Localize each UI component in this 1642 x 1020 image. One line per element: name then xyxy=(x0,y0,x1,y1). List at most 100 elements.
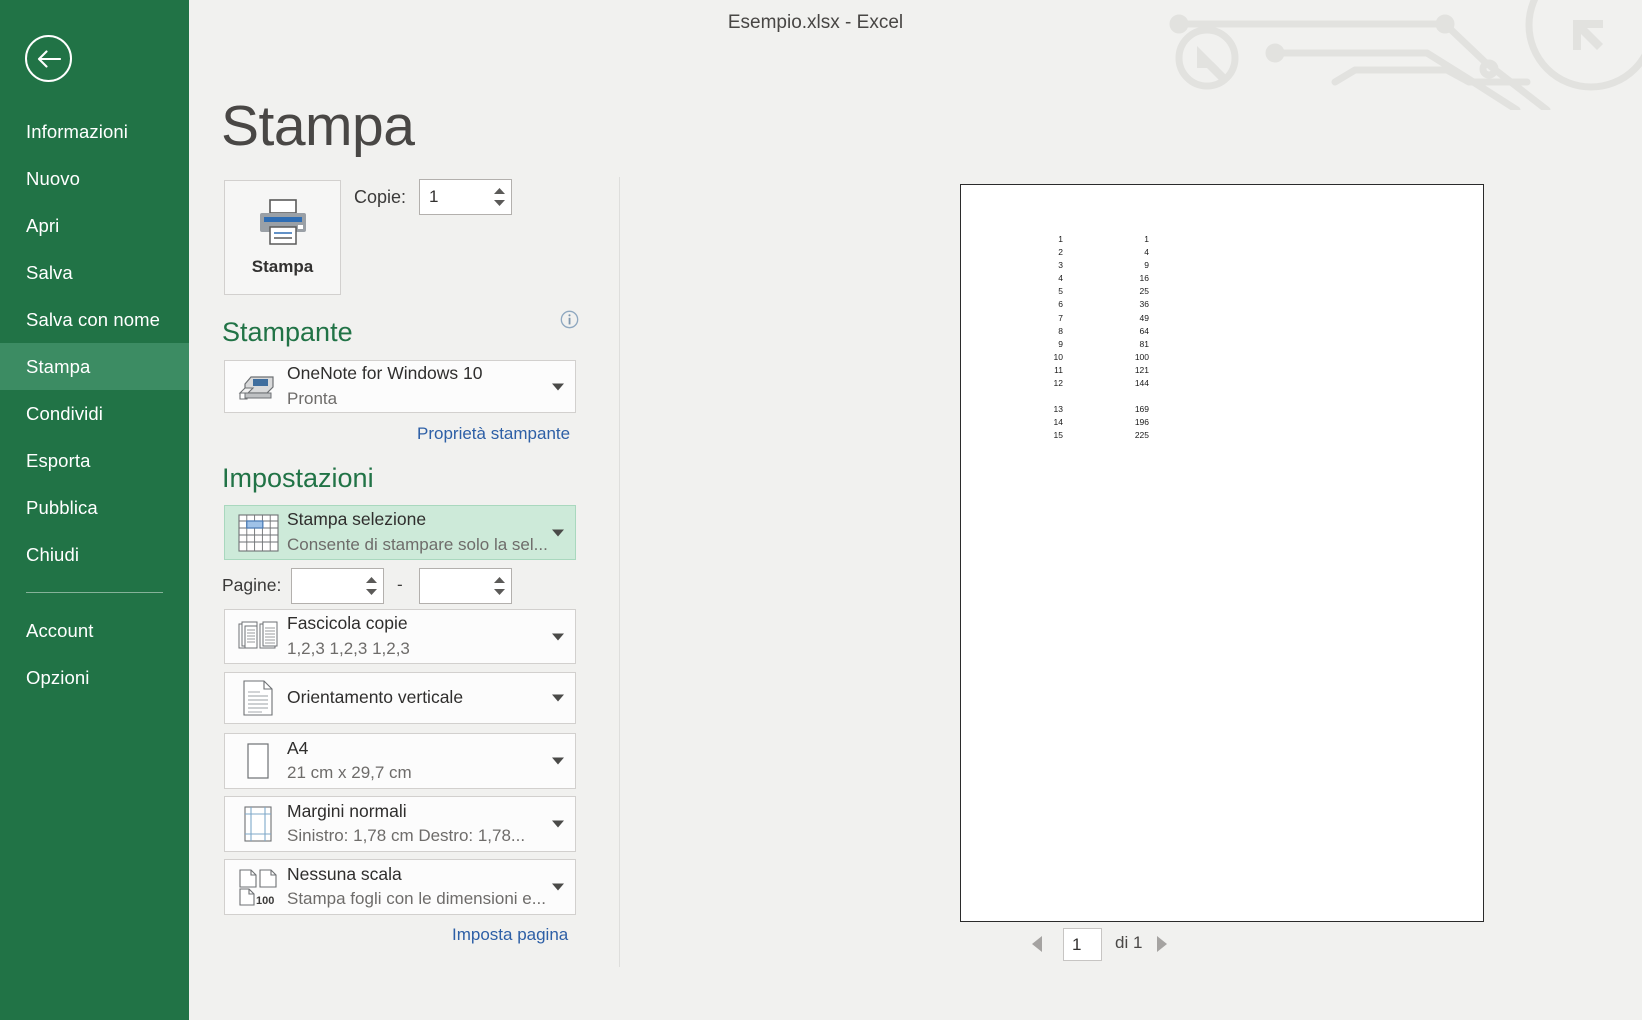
sheet-cell-number: 10 xyxy=(1053,351,1063,362)
setting-paper-size[interactable]: A4 21 cm x 29,7 cm xyxy=(224,733,576,789)
pages-range-separator: - xyxy=(397,575,403,594)
sheet-cell-square: 144 xyxy=(1134,378,1149,389)
print-button[interactable]: Stampa xyxy=(224,180,341,295)
sidebar-item-pubblica[interactable]: Pubblica xyxy=(0,484,189,531)
total-pages-label: di 1 xyxy=(1115,933,1143,952)
setting-collate[interactable]: Fascicola copie 1,2,3 1,2,3 1,2,3 xyxy=(224,609,576,664)
collate-copies-icon xyxy=(237,620,279,654)
back-button[interactable] xyxy=(25,35,72,82)
sidebar-item-salva-con-nome[interactable]: Salva con nome xyxy=(0,296,189,343)
settings-section-title: Impostazioni xyxy=(222,463,374,493)
stepper-down-icon[interactable] xyxy=(494,589,505,595)
setting-margins[interactable]: Margini normali Sinistro: 1,78 cm Destro… xyxy=(224,796,576,852)
stepper-up-icon[interactable] xyxy=(494,577,505,583)
sidebar-item-stampa[interactable]: Stampa xyxy=(0,343,189,390)
sheet-row: 14 196 xyxy=(1021,416,1149,429)
margins-icon xyxy=(237,805,279,843)
sheet-row: 11 121 xyxy=(1021,364,1149,377)
sheet-cell-number: 15 xyxy=(1053,429,1063,440)
sidebar-divider xyxy=(26,592,163,593)
portrait-orientation-icon xyxy=(237,679,279,717)
pages-from-stepper[interactable] xyxy=(291,568,384,604)
sidebar-item-label: Informazioni xyxy=(26,121,128,142)
current-page-box[interactable] xyxy=(1063,928,1102,961)
sidebar-item-condividi[interactable]: Condividi xyxy=(0,390,189,437)
chevron-down-icon[interactable] xyxy=(552,757,564,765)
sheet-row: 6 36 xyxy=(1021,298,1149,311)
previous-page-arrow-icon[interactable] xyxy=(1032,936,1042,952)
sidebar-item-salva[interactable]: Salva xyxy=(0,249,189,296)
paper-sheet-glyph xyxy=(247,743,269,779)
chevron-down-icon[interactable] xyxy=(552,383,564,390)
setting-scaling[interactable]: 100 Nessuna scala Stampa fogli con le di… xyxy=(224,859,576,915)
printer-select[interactable]: OneNote for Windows 10 Pronta xyxy=(224,360,576,413)
sidebar-item-nuovo[interactable]: Nuovo xyxy=(0,155,189,202)
sheet-row: 7 49 xyxy=(1021,312,1149,325)
chevron-down-icon[interactable] xyxy=(552,529,564,536)
grid-selection-glyph xyxy=(237,513,279,552)
stepper-down-icon[interactable] xyxy=(366,589,377,595)
stepper-up-icon[interactable] xyxy=(366,577,377,583)
sheet-cell-number: 12 xyxy=(1053,378,1063,389)
preview-page: 1 1 2 4 3 9 4 16 5 25 6 36 7 49 8 64 9 81 10 100 11 121 12 144 1… xyxy=(960,184,1484,922)
current-page-input[interactable] xyxy=(1064,929,1101,960)
sidebar-item-opzioni[interactable]: Opzioni xyxy=(0,654,189,701)
setting-orientation[interactable]: Orientamento verticale xyxy=(224,672,576,724)
sheet-cell-square xyxy=(1063,390,1149,403)
setting-subtitle: Sinistro: 1,78 cm Destro: 1,78... xyxy=(287,826,526,846)
sidebar-item-account[interactable]: Account xyxy=(0,607,189,654)
sheet-row: 10 100 xyxy=(1021,351,1149,364)
chevron-down-icon[interactable] xyxy=(552,820,564,828)
sheet-cell-number: 11 xyxy=(1054,364,1063,375)
chevron-down-icon[interactable] xyxy=(552,633,564,640)
printer-device-glyph xyxy=(238,375,274,400)
sidebar-item-apri[interactable]: Apri xyxy=(0,202,189,249)
printer-icon xyxy=(259,199,306,245)
next-page-arrow-icon[interactable] xyxy=(1157,936,1167,952)
sheet-cell-square: 196 xyxy=(1134,416,1149,427)
setting-subtitle: 21 cm x 29,7 cm xyxy=(287,763,412,783)
pages-to-stepper[interactable] xyxy=(419,568,512,604)
stepper-up-icon[interactable] xyxy=(494,188,505,194)
chevron-down-icon[interactable] xyxy=(552,883,564,891)
preview-pager: di 1 xyxy=(620,928,1642,988)
sheet-cell-square: 49 xyxy=(1139,312,1149,323)
collate-glyph xyxy=(238,621,278,648)
sidebar-item-esporta[interactable]: Esporta xyxy=(0,437,189,484)
setting-print-selection[interactable]: Stampa selezione Consente di stampare so… xyxy=(224,505,576,560)
copies-label: Copie: xyxy=(354,187,407,207)
sheet-row: 39 xyxy=(1021,259,1149,272)
sheet-row: 12 144 xyxy=(1021,377,1149,390)
margins-glyph xyxy=(244,806,272,842)
setting-title: Stampa selezione xyxy=(287,509,427,530)
sheet-row: 24 xyxy=(1021,246,1149,259)
document-title: Esempio.xlsx - Excel xyxy=(727,12,904,33)
sheet-cell-number: 9 xyxy=(1058,338,1063,349)
stepper-down-icon[interactable] xyxy=(494,200,505,206)
setting-title: A4 xyxy=(287,737,309,758)
sheet-cell-square: 100 xyxy=(1134,351,1149,362)
sidebar-item-label: Condividi xyxy=(26,403,103,424)
sheet-cell-number: 13 xyxy=(1053,403,1063,414)
printer-properties-link[interactable]: Proprietà stampante xyxy=(417,424,570,444)
printer-status: Pronta xyxy=(287,388,338,408)
page-title: Stampa xyxy=(221,94,415,158)
chevron-down-icon[interactable] xyxy=(552,694,564,702)
copies-stepper[interactable] xyxy=(419,179,512,215)
excel-print-backstage: Informazioni Nuovo Apri Salva Salva con … xyxy=(0,0,1642,1020)
info-icon[interactable] xyxy=(560,310,579,329)
copies-stepper-arrows xyxy=(494,180,505,214)
setting-title: Nessuna scala xyxy=(287,863,402,884)
sidebar-item-label: Account xyxy=(26,620,94,641)
sheet-cell-square: 1 xyxy=(1144,234,1149,244)
setting-scaling-text: Nessuna scala Stampa fogli con le dimens… xyxy=(287,860,546,914)
sidebar-item-informazioni[interactable]: Informazioni xyxy=(0,108,189,155)
printer-select-text: OneNote for Windows 10 Pronta xyxy=(287,361,541,412)
sheet-row xyxy=(1021,390,1149,403)
sidebar-item-chiudi[interactable]: Chiudi xyxy=(0,531,189,578)
page-setup-link[interactable]: Imposta pagina xyxy=(452,925,568,945)
setting-title: Margini normali xyxy=(287,800,407,821)
setting-subtitle: Stampa fogli con le dimensioni e... xyxy=(287,889,546,909)
sheet-cell-number: 14 xyxy=(1053,416,1063,427)
sheet-cell-square: 169 xyxy=(1134,403,1149,414)
